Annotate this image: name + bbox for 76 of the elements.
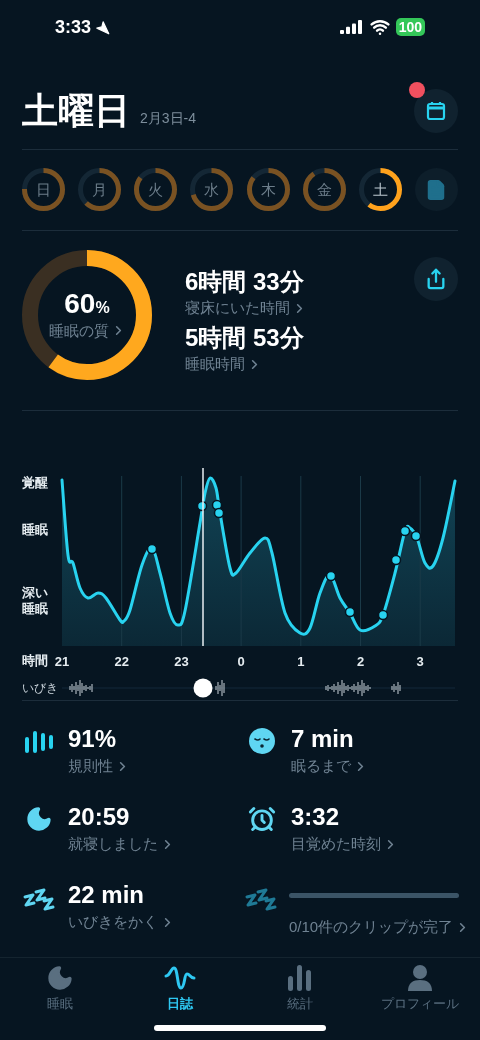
tick-label: 0: [237, 652, 245, 671]
day-button[interactable]: 火: [134, 168, 178, 212]
event-point: [146, 543, 158, 555]
status-time: 3:33: [55, 15, 92, 39]
event-point: [196, 500, 208, 512]
day-progress-ring: [22, 168, 65, 212]
playhead-handle[interactable]: [193, 678, 213, 698]
tick-label: 1: [297, 652, 305, 671]
stat-value: 3:32: [291, 801, 341, 832]
detail-link[interactable]: いびきをかく: [68, 910, 175, 934]
stat-value: 91%: [68, 723, 118, 754]
stat-value: 20:59: [68, 801, 131, 832]
detail-link[interactable]: 規則性: [68, 754, 130, 778]
day-button[interactable]: 月: [78, 168, 122, 212]
day-title: 土曜日: [22, 88, 130, 133]
tab[interactable]: 統計: [240, 963, 360, 1014]
tick-label: 2: [356, 652, 365, 671]
date-range: 2月3日-4: [140, 108, 197, 128]
signal-icon: [339, 20, 364, 35]
day-button[interactable]: 金: [302, 168, 346, 212]
moon-icon: [46, 963, 74, 992]
day-progress-ring: [302, 168, 346, 212]
day-button[interactable]: 木: [246, 168, 290, 212]
detail-link[interactable]: 0/10件のクリップが完了: [289, 915, 471, 939]
day-progress-ring: [190, 168, 234, 212]
detail-link[interactable]: 就寝しました: [68, 832, 175, 856]
battery-indicator: 100: [395, 18, 425, 37]
event-point: [390, 554, 402, 566]
sleepy-face-icon: [248, 726, 276, 755]
quality-value: 60: [64, 287, 96, 320]
axis-label: 深い睡眠: [22, 584, 49, 617]
event-point: [344, 606, 356, 618]
event-point: [213, 507, 225, 519]
tab[interactable]: 日誌: [120, 963, 240, 1014]
share-button[interactable]: [414, 256, 458, 301]
day-progress-ring: [358, 168, 402, 212]
stat-value: 22 min: [68, 879, 146, 910]
tab[interactable]: プロフィール: [360, 963, 480, 1014]
detail-link[interactable]: 寝床にいた時間: [185, 296, 414, 320]
location-arrow-icon: [95, 19, 111, 35]
event-point: [410, 530, 422, 542]
snore-label: いびき: [22, 679, 59, 697]
duration-value: 6時間 33分: [185, 266, 305, 297]
percent-unit: %: [95, 297, 110, 318]
calendar-button[interactable]: [414, 88, 458, 133]
event-point: [399, 525, 411, 537]
user-icon: [407, 963, 433, 992]
event-point: [325, 570, 337, 582]
day-progress-ring: [78, 168, 122, 212]
day-button[interactable]: 水: [190, 168, 234, 212]
detail-link[interactable]: 目覚めた時刻: [291, 832, 398, 856]
day-progress-ring: [246, 168, 290, 212]
event-point: [211, 499, 223, 511]
day-progress-ring: [134, 168, 178, 212]
moon-icon: [25, 804, 53, 833]
detail-link[interactable]: 睡眠の質: [48, 319, 126, 343]
day-button[interactable]: 日: [22, 168, 65, 212]
tick-label: 3: [416, 652, 424, 671]
tick-label: 21: [54, 652, 70, 671]
axis-label: 覚醒: [22, 473, 48, 492]
wifi-icon: [369, 17, 390, 38]
share-icon: [425, 267, 447, 290]
detail-link[interactable]: 眠るまで: [291, 754, 368, 778]
stat-value: 7 min: [291, 723, 355, 754]
day-button[interactable]: 土: [358, 168, 402, 212]
axis-label: 睡眠: [22, 520, 48, 539]
tick-label: 23: [174, 652, 189, 671]
event-point: [377, 609, 389, 621]
calendar-icon: [426, 100, 446, 121]
tick-label: 22: [114, 652, 129, 671]
duration-value: 5時間 53分: [185, 323, 305, 354]
tab[interactable]: 睡眠: [0, 963, 120, 1014]
alarm-clock-icon: [248, 804, 276, 833]
bar-chart-icon: [287, 963, 313, 992]
report-button[interactable]: [415, 168, 458, 212]
detail-link[interactable]: 睡眠時間: [185, 353, 414, 376]
